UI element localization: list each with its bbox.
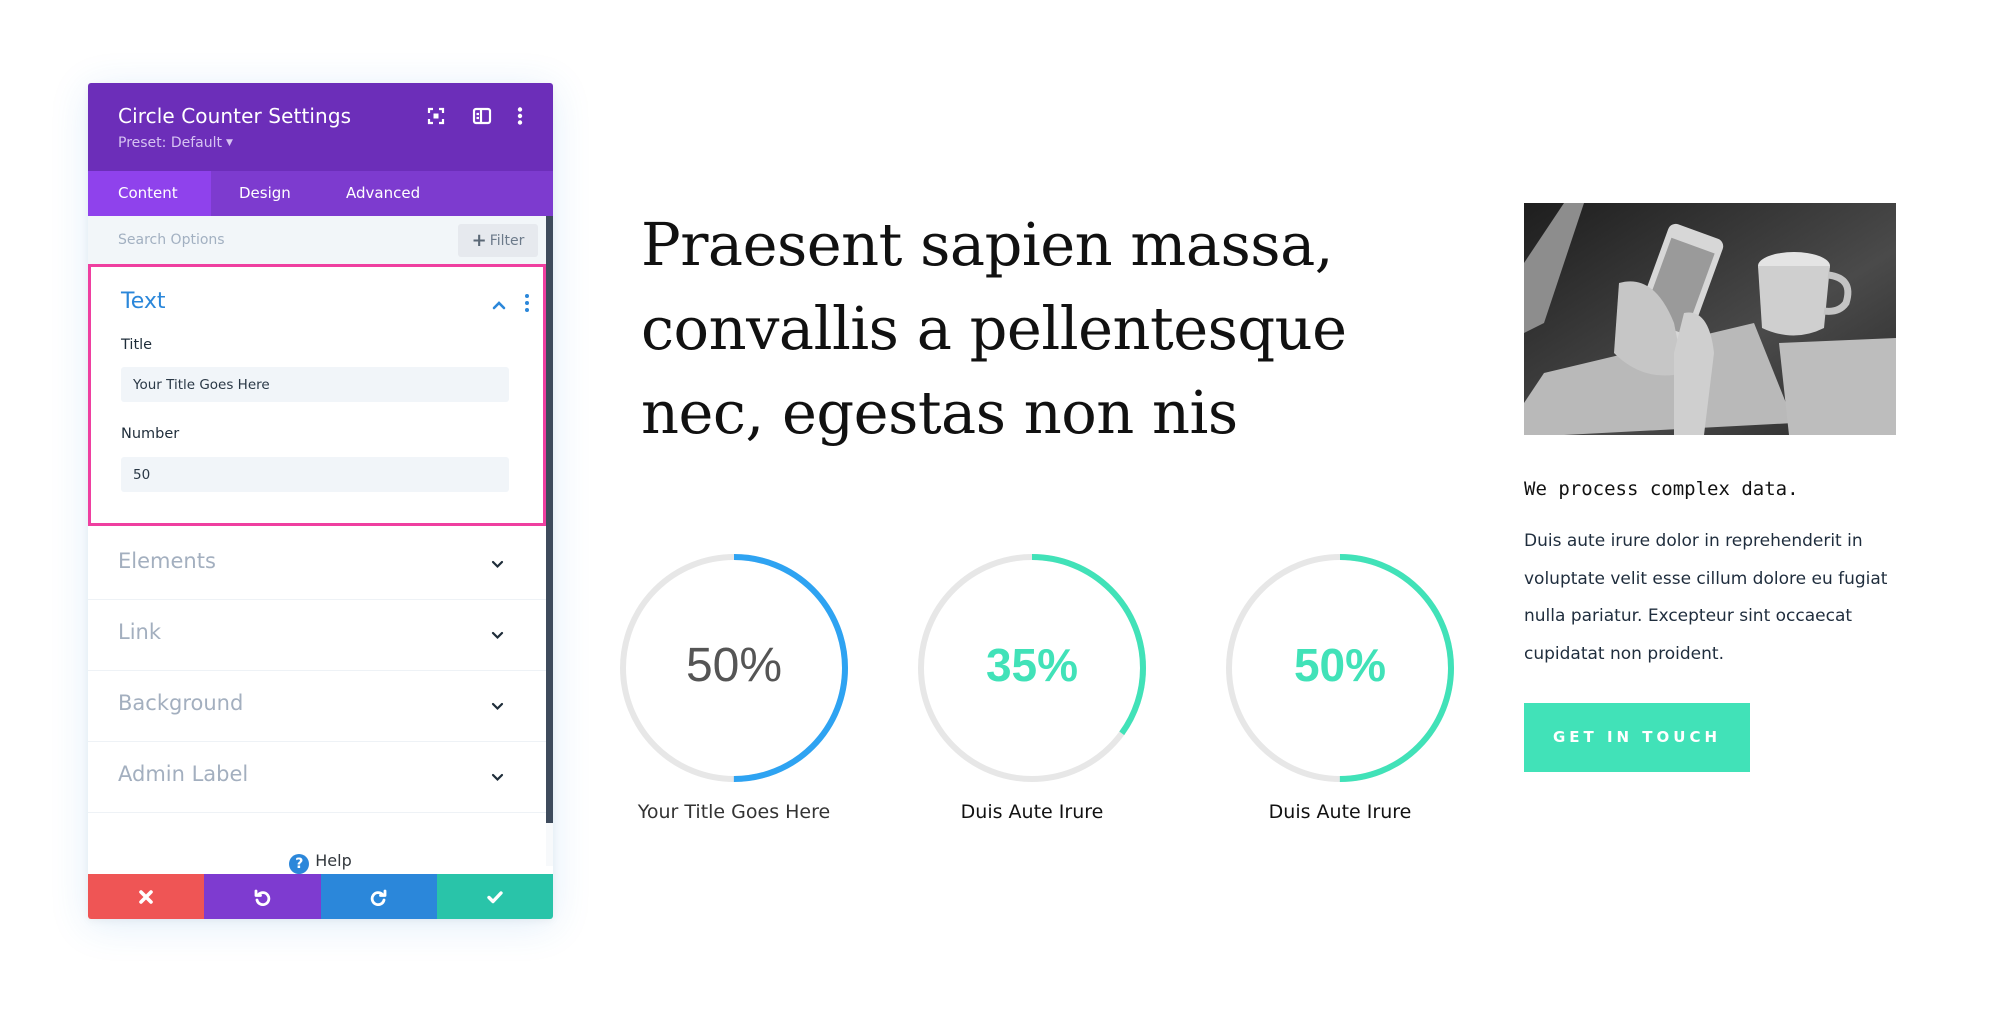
circle-counter-2[interactable]: 35% Duis Aute Irure [917, 553, 1147, 833]
chevron-down-icon [490, 557, 505, 572]
undo-button[interactable] [204, 874, 321, 919]
section-background[interactable]: Background [88, 671, 546, 742]
number-field-label: Number [121, 426, 180, 442]
filter-label: Filter [489, 233, 525, 249]
check-icon [487, 890, 503, 903]
help-label: Help [315, 851, 352, 870]
preset-dropdown[interactable]: Preset: Default ▼ [118, 135, 233, 151]
split-view-icon[interactable] [471, 105, 493, 127]
plus-icon: + [471, 230, 487, 251]
photo-placeholder [1524, 203, 1896, 435]
counter-number: 50% [1293, 639, 1387, 691]
more-options-icon[interactable] [509, 105, 531, 127]
chevron-down-icon [490, 628, 505, 643]
help-link[interactable]: ? Help [88, 851, 553, 874]
help-icon: ? [289, 854, 310, 874]
chevron-down-icon [490, 699, 505, 714]
section-background-title: Background [118, 691, 244, 715]
section-options-icon[interactable] [523, 293, 531, 313]
redo-button[interactable] [320, 874, 437, 919]
get-in-touch-button[interactable]: GET IN TOUCH [1524, 703, 1750, 772]
tab-bar: Content Design Advanced [88, 171, 553, 216]
section-link-title: Link [118, 620, 162, 644]
undo-icon [254, 889, 271, 906]
counter-title: Duis Aute Irure [1268, 801, 1412, 823]
save-button[interactable] [436, 874, 553, 919]
panel-header: Circle Counter Settings Preset: Default ▼ [88, 83, 553, 171]
search-row: +Filter [88, 216, 546, 264]
text-section: Text Title Number [88, 264, 546, 526]
page-headline: Praesent sapien massa, convallis a pelle… [641, 210, 1347, 447]
search-options-input[interactable] [118, 216, 418, 264]
counter-title: Your Title Goes Here [637, 801, 831, 823]
redo-icon [370, 889, 387, 906]
tab-design[interactable]: Design [211, 171, 323, 216]
caret-down-icon: ▼ [225, 138, 233, 148]
title-field-label: Title [121, 337, 153, 353]
chevron-down-icon [490, 770, 505, 785]
body-paragraph: Duis aute irure dolor in reprehenderit i… [1524, 531, 1888, 664]
counter-number: 35% [985, 639, 1079, 691]
scrollbar-thumb[interactable] [546, 216, 553, 823]
discard-button[interactable] [88, 874, 205, 919]
circle-counter-1[interactable]: 50% Your Title Goes Here [619, 553, 849, 833]
chevron-up-icon[interactable] [491, 297, 507, 313]
hero-photo [1524, 203, 1896, 435]
preset-label: Preset: Default [118, 135, 222, 151]
counter-title: Duis Aute Irure [960, 801, 1104, 823]
section-admin-label[interactable]: Admin Label [88, 742, 546, 813]
title-field-input[interactable] [121, 367, 509, 402]
filter-button[interactable]: + Filter [458, 224, 538, 257]
section-elements-title: Elements [118, 549, 216, 573]
close-icon [139, 889, 153, 904]
tab-content[interactable]: Content [88, 171, 211, 216]
section-elements[interactable]: Elements [88, 529, 546, 600]
tab-advanced[interactable]: Advanced [323, 171, 420, 216]
focus-mode-icon[interactable] [425, 105, 447, 127]
text-section-title[interactable]: Text [121, 289, 166, 314]
section-link[interactable]: Link [88, 600, 546, 671]
settings-panel: Circle Counter Settings Preset: Default ▼… [88, 83, 553, 919]
panel-title: Circle Counter Settings [118, 104, 352, 128]
circle-counter-3[interactable]: 50% Duis Aute Irure [1225, 553, 1455, 833]
footer-actions [88, 874, 553, 919]
section-admin-label-title: Admin Label [118, 762, 249, 786]
counter-number: 50% [685, 639, 783, 692]
number-field-input[interactable] [121, 457, 509, 492]
subheading: We process complex data. [1524, 478, 1799, 500]
